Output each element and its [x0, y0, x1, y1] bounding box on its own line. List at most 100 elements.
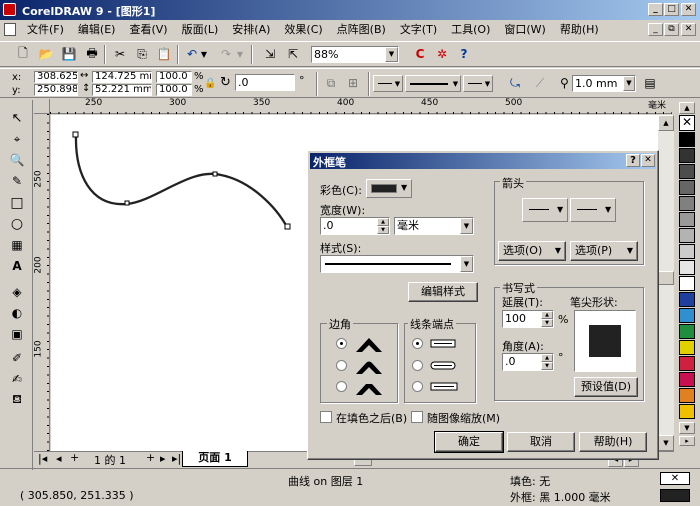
nib-shape-preview[interactable]: [574, 310, 636, 372]
rotation-angle-field[interactable]: .0: [235, 74, 295, 91]
default-nib-button[interactable]: 预设值(D): [574, 377, 638, 397]
doc-close-button[interactable]: ✕: [681, 23, 696, 36]
width-input[interactable]: .0 ▲ ▼: [320, 217, 390, 235]
no-color-swatch[interactable]: ✕: [679, 115, 695, 131]
scale-x-field[interactable]: 100.0: [156, 71, 192, 83]
edit-style-button[interactable]: 编辑样式: [408, 282, 478, 302]
scale-y-field[interactable]: 100.0: [156, 84, 192, 96]
menu-arrange[interactable]: 安排(A): [225, 21, 277, 39]
dialog-help-button[interactable]: ?: [626, 154, 640, 167]
stretch-input[interactable]: 100 ▲ ▼: [502, 310, 554, 328]
prev-page-icon[interactable]: ◂: [56, 452, 62, 465]
spin-up-icon[interactable]: ▲: [541, 354, 553, 362]
start-arrow-select[interactable]: ▼: [373, 75, 403, 92]
color-swatch[interactable]: [679, 148, 695, 163]
scroll-down-button[interactable]: ▼: [658, 435, 674, 451]
rectangle-tool-icon[interactable]: □: [7, 193, 27, 213]
menu-help[interactable]: 帮助(H): [553, 21, 606, 39]
zoom-tool-icon[interactable]: 🔍: [7, 150, 27, 170]
redo-icon[interactable]: ↷: [216, 44, 236, 64]
cap-round-radio[interactable]: [412, 360, 423, 371]
menu-bitmaps[interactable]: 点阵图(B): [330, 21, 393, 39]
export-icon[interactable]: ⇱: [283, 44, 303, 64]
behind-fill-checkbox[interactable]: [320, 411, 332, 423]
menu-edit[interactable]: 编辑(E): [71, 21, 123, 39]
menu-effects[interactable]: 效果(C): [277, 21, 329, 39]
shape-tool-icon[interactable]: ⌖: [7, 129, 27, 149]
color-picker-button[interactable]: ▼: [366, 179, 412, 198]
doc-restore-button[interactable]: ⧉: [664, 23, 679, 36]
maximize-button[interactable]: □: [664, 3, 679, 16]
help-pointer-icon[interactable]: ?: [454, 44, 474, 64]
color-swatch[interactable]: [679, 212, 695, 227]
help-button[interactable]: 帮助(H): [579, 432, 647, 452]
print-icon[interactable]: 🖶: [82, 44, 102, 64]
color-swatch[interactable]: [679, 244, 695, 259]
spin-down-icon[interactable]: ▼: [541, 319, 553, 327]
vertical-scrollbar[interactable]: ▲ ▼: [658, 115, 674, 451]
cap-butt-radio[interactable]: [412, 338, 423, 349]
end-arrowhead-select[interactable]: ▼: [570, 198, 616, 222]
object-height-field[interactable]: 52.221 mm: [92, 84, 152, 96]
next-page-icon[interactable]: ▸: [160, 452, 166, 465]
combine-icon[interactable]: ⧉: [321, 73, 341, 93]
freehand-tool-icon[interactable]: ✎: [7, 171, 27, 191]
menu-view[interactable]: 查看(V): [122, 21, 174, 39]
spin-down-icon[interactable]: ▼: [377, 226, 389, 234]
end-arrow-select[interactable]: ▼: [463, 75, 493, 92]
color-swatch[interactable]: [679, 260, 695, 275]
transparency-tool-icon[interactable]: ◐: [7, 303, 27, 323]
undo-dropdown-icon[interactable]: ▼: [199, 44, 209, 64]
node-handle[interactable]: [212, 171, 218, 177]
minimize-button[interactable]: _: [648, 3, 663, 16]
new-icon[interactable]: 🗋: [13, 44, 33, 64]
save-icon[interactable]: 💾: [59, 44, 79, 64]
spin-down-icon[interactable]: ▼: [541, 362, 553, 370]
color-swatch[interactable]: [679, 164, 695, 179]
spin-up-icon[interactable]: ▲: [377, 218, 389, 226]
object-width-field[interactable]: 124.725 mm: [92, 71, 152, 83]
color-swatch[interactable]: [679, 196, 695, 211]
node-handle[interactable]: [284, 223, 291, 230]
spin-up-icon[interactable]: ▲: [541, 311, 553, 319]
color-swatch[interactable]: [679, 356, 695, 371]
corner-miter-radio[interactable]: [336, 338, 347, 349]
break-apart-icon[interactable]: ⊞: [343, 73, 363, 93]
arrow-options-right-button[interactable]: 选项(P) ▼: [570, 241, 638, 261]
menu-tools[interactable]: 工具(O): [444, 21, 497, 39]
page-tab[interactable]: 页面 1: [182, 451, 248, 467]
close-button[interactable]: ✕: [681, 3, 696, 16]
color-swatch[interactable]: [679, 308, 695, 323]
open-icon[interactable]: 📂: [36, 44, 56, 64]
add-page-icon[interactable]: +: [70, 451, 79, 464]
color-swatch[interactable]: [679, 372, 695, 387]
paste-icon[interactable]: 📋: [154, 44, 174, 64]
line-style-dropdown[interactable]: ▼: [320, 255, 474, 273]
x-position-field[interactable]: 308.625: [34, 71, 78, 83]
line-style-select[interactable]: ▼: [405, 75, 461, 92]
node-handle[interactable]: [124, 200, 130, 206]
color-swatch[interactable]: [679, 292, 695, 307]
menu-text[interactable]: 文字(T): [393, 21, 444, 39]
menu-window[interactable]: 窗口(W): [497, 21, 552, 39]
scroll-thumb[interactable]: [658, 271, 674, 285]
menu-file[interactable]: 文件(F): [20, 21, 71, 39]
properties-icon[interactable]: ▤: [640, 73, 660, 93]
cut-icon[interactable]: ✂: [110, 44, 130, 64]
color-swatch[interactable]: [679, 276, 695, 291]
color-swatch[interactable]: [679, 404, 695, 419]
palette-down-icon[interactable]: ▼: [679, 422, 695, 434]
scale-with-image-checkbox[interactable]: [411, 411, 423, 423]
shadow-tool-icon[interactable]: ▣: [7, 324, 27, 344]
import-icon[interactable]: ⇲: [260, 44, 280, 64]
arrow-options-left-button[interactable]: 选项(O) ▼: [498, 241, 566, 261]
color-swatch[interactable]: [679, 324, 695, 339]
corner-bevel-radio[interactable]: [336, 381, 347, 392]
text-tool-icon[interactable]: A: [7, 256, 27, 276]
angle-input[interactable]: .0 ▲ ▼: [502, 353, 554, 371]
scroll-up-button[interactable]: ▲: [658, 115, 674, 131]
palette-expand-icon[interactable]: ▸: [679, 436, 695, 446]
whats-this-icon[interactable]: ✲: [432, 44, 452, 64]
wrap-text-icon[interactable]: ⤿: [505, 73, 525, 93]
add-page-after-icon[interactable]: +: [146, 451, 155, 464]
